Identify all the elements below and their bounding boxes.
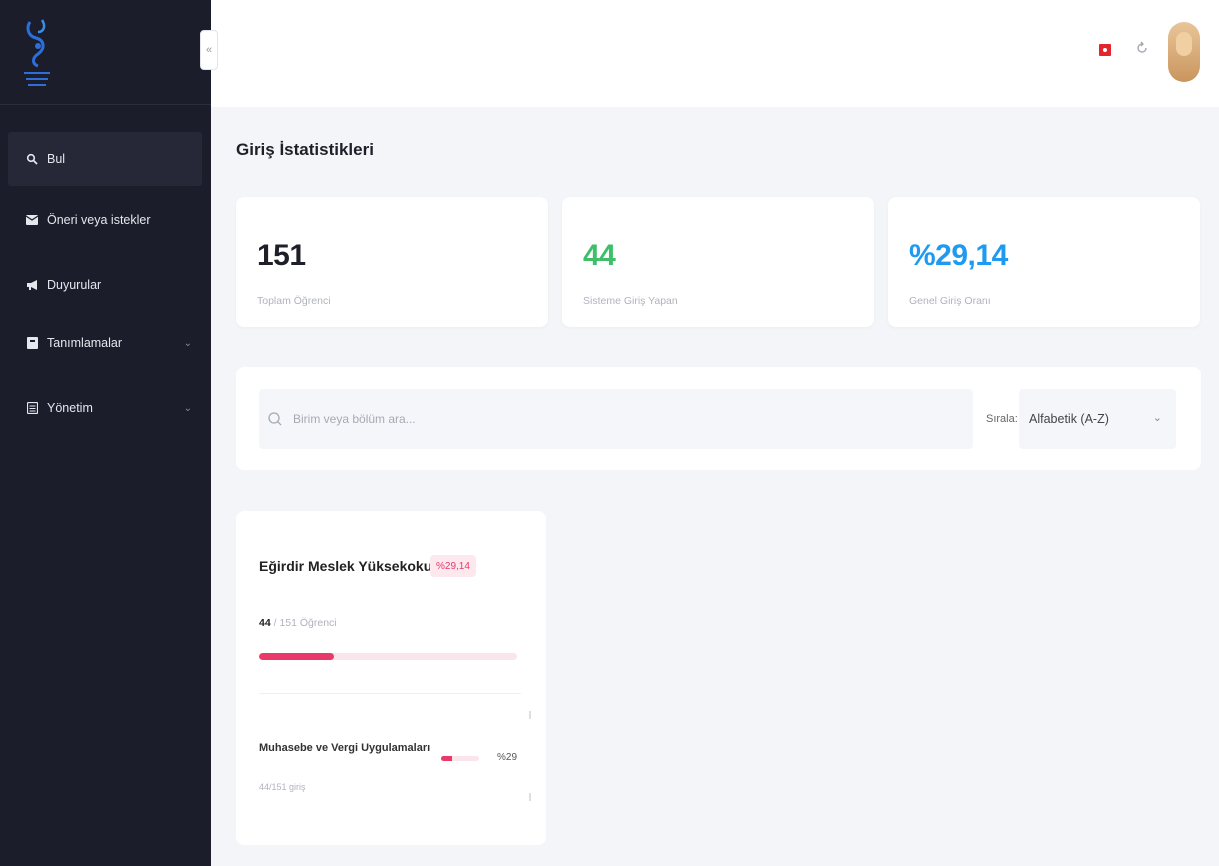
logo-area — [0, 0, 211, 105]
dept-progress-bar — [441, 756, 479, 761]
sort-value: Alfabetik (A-Z) — [1029, 412, 1109, 426]
avatar[interactable] — [1168, 22, 1200, 82]
count-logged: 44 — [259, 617, 271, 629]
stat-label: Sisteme Giriş Yapan — [583, 295, 678, 307]
sidebar-item-label: Bul — [47, 152, 66, 166]
sort-select[interactable]: Alfabetik (A-Z) ⌄ — [1019, 389, 1176, 449]
sidebar-item-bul[interactable]: Bul — [8, 132, 202, 186]
dept-name[interactable]: Muhasebe ve Vergi Uygulamaları — [259, 742, 430, 754]
stat-value: 44 — [583, 239, 616, 272]
university-logo[interactable] — [22, 14, 52, 90]
unit-progress-bar — [259, 653, 517, 660]
stat-label: Genel Giriş Oranı — [909, 295, 991, 307]
stat-label: Toplam Öğrenci — [257, 295, 331, 307]
topbar — [211, 0, 1219, 107]
book-icon — [26, 337, 38, 349]
count-total: / 151 Öğrenci — [270, 617, 337, 629]
stat-card-rate: %29,14 Genel Giriş Oranı — [888, 197, 1200, 327]
sidebar-collapse-button[interactable]: « — [200, 30, 218, 70]
chevron-down-icon: ⌄ — [183, 338, 192, 349]
dept-progress-fill — [441, 756, 453, 761]
refresh-icon[interactable] — [1136, 40, 1148, 56]
sidebar-item-tanimlamalar[interactable]: Tanımlamalar ⌄ — [8, 316, 202, 370]
chevron-left-icon: « — [205, 44, 213, 56]
chevron-down-icon: ⌄ — [183, 403, 192, 414]
unit-count: 44 / 151 Öğrenci — [259, 617, 337, 629]
divider — [259, 693, 521, 694]
search-icon — [26, 153, 38, 165]
sidebar-item-label: Yönetim — [47, 401, 93, 415]
sidebar-item-duyurular[interactable]: Duyurular — [8, 258, 202, 312]
turkey-flag-icon[interactable] — [1099, 44, 1111, 56]
rate-badge: %29,14 — [430, 555, 476, 577]
sidebar-item-label: Öneri veya istekler — [47, 213, 151, 227]
megaphone-icon — [26, 279, 38, 291]
sidebar-item-label: Tanımlamalar — [47, 336, 123, 350]
stat-value: 151 — [257, 239, 306, 272]
dept-percent: %29 — [497, 752, 518, 763]
unit-title: Eğirdir Meslek Yüksekokulu — [259, 558, 445, 574]
stat-card-total: 151 Toplam Öğrenci — [236, 197, 548, 327]
page-title: Giriş İstatistikleri — [236, 140, 374, 159]
dept-sub: 44/151 giriş — [259, 782, 306, 792]
search-icon — [267, 411, 283, 427]
document-icon — [26, 402, 38, 414]
envelope-icon — [26, 214, 38, 226]
filter-bar: Sırala: Alfabetik (A-Z) ⌄ — [236, 367, 1201, 470]
sidebar-item-yonetim[interactable]: Yönetim ⌄ — [8, 381, 202, 435]
stat-value: %29,14 — [909, 239, 1008, 272]
search-input[interactable] — [293, 412, 893, 426]
sidebar-item-oneri[interactable]: Öneri veya istekler — [8, 193, 202, 247]
sidebar-item-label: Duyurular — [47, 278, 102, 292]
stat-card-logged-in: 44 Sisteme Giriş Yapan — [562, 197, 874, 327]
search-box — [259, 389, 973, 449]
scrollbar[interactable] — [529, 711, 532, 801]
sidebar: Bul Öneri veya istekler Duyurular Tanıml… — [0, 0, 211, 866]
sort-label: Sırala: — [986, 413, 1018, 425]
unit-card: Eğirdir Meslek Yüksekokulu %29,14 44 / 1… — [236, 511, 546, 845]
unit-progress-fill — [259, 653, 335, 660]
chevron-down-icon: ⌄ — [1152, 412, 1162, 424]
